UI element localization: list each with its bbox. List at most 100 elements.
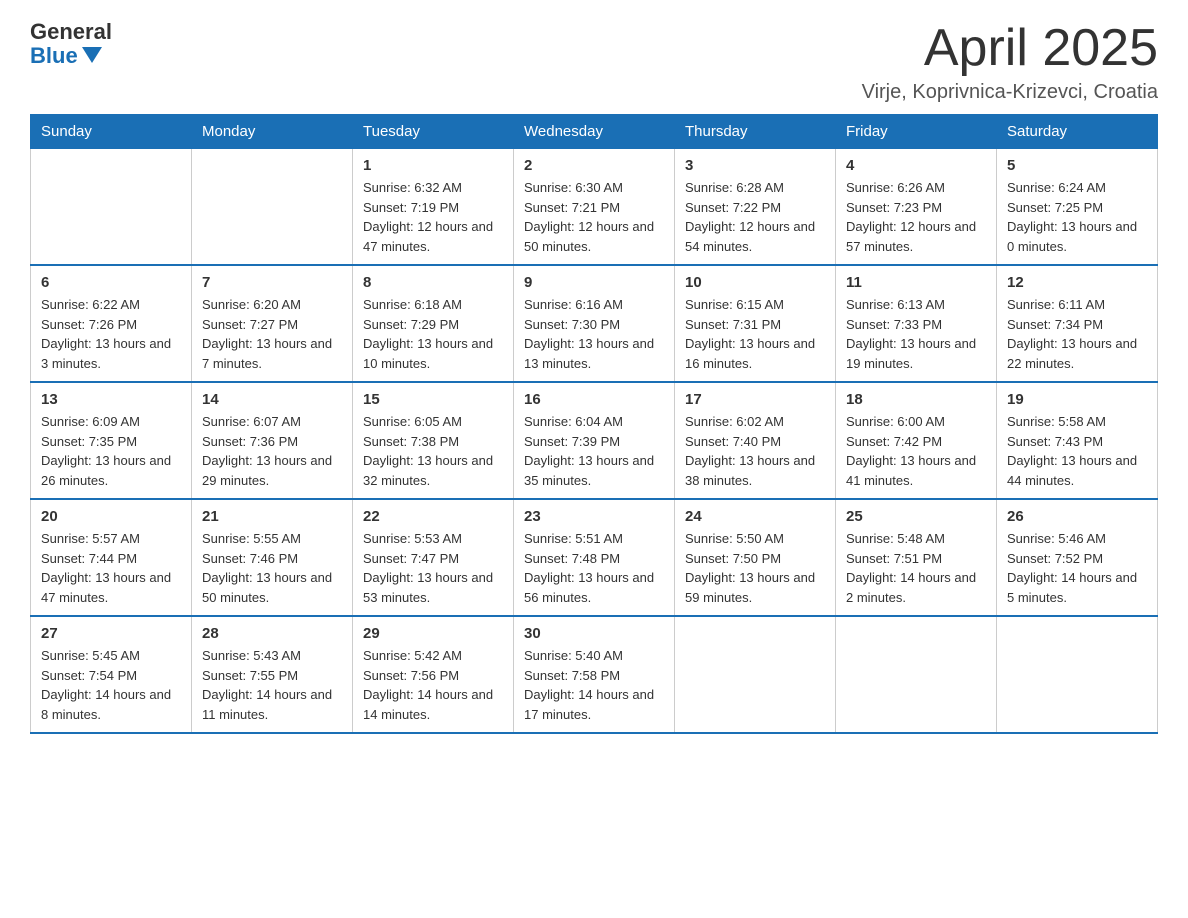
day-number: 17 bbox=[685, 391, 825, 408]
day-detail: Sunrise: 5:57 AMSunset: 7:44 PMDaylight:… bbox=[41, 529, 181, 607]
day-number: 19 bbox=[1007, 391, 1147, 408]
title-section: April 2025 Virje, Koprivnica-Krizevci, C… bbox=[862, 20, 1158, 104]
calendar-cell: 23 Sunrise: 5:51 AMSunset: 7:48 PMDayligh… bbox=[514, 499, 675, 616]
day-number: 16 bbox=[524, 391, 664, 408]
day-number: 27 bbox=[41, 625, 181, 642]
day-number: 20 bbox=[41, 508, 181, 525]
day-number: 26 bbox=[1007, 508, 1147, 525]
calendar-cell: 26Sunrise: 5:46 AMSunset: 7:52 PMDayligh… bbox=[997, 499, 1158, 616]
calendar-cell: 30Sunrise: 5:40 AMSunset: 7:58 PMDayligh… bbox=[514, 616, 675, 733]
calendar-cell: 27Sunrise: 5:45 AMSunset: 7:54 PMDayligh… bbox=[31, 616, 192, 733]
day-detail: Sunrise: 5:58 AMSunset: 7:43 PMDaylight:… bbox=[1007, 412, 1147, 490]
calendar-cell: 5 Sunrise: 6:24 AMSunset: 7:25 PMDaylight… bbox=[997, 149, 1158, 266]
logo-triangle-icon bbox=[82, 47, 102, 63]
day-detail: Sunrise: 6:00 AMSunset: 7:42 PMDaylight:… bbox=[846, 412, 986, 490]
day-number: 25 bbox=[846, 508, 986, 525]
day-number: 4 bbox=[846, 157, 986, 174]
day-number: 12 bbox=[1007, 274, 1147, 291]
day-number: 3 bbox=[685, 157, 825, 174]
day-detail: Sunrise: 6:28 AMSunset: 7:22 PMDaylight:… bbox=[685, 178, 825, 256]
calendar-cell bbox=[675, 616, 836, 733]
weekday-header-monday: Monday bbox=[192, 115, 353, 149]
day-number: 10 bbox=[685, 274, 825, 291]
day-detail: Sunrise: 6:18 AMSunset: 7:29 PMDaylight:… bbox=[363, 295, 503, 373]
calendar-cell: 4 Sunrise: 6:26 AMSunset: 7:23 PMDaylight… bbox=[836, 149, 997, 266]
calendar-cell: 24 Sunrise: 5:50 AMSunset: 7:50 PMDayligh… bbox=[675, 499, 836, 616]
day-detail: Sunrise: 5:51 AMSunset: 7:48 PMDaylight:… bbox=[524, 529, 664, 607]
week-row-5: 27Sunrise: 5:45 AMSunset: 7:54 PMDayligh… bbox=[31, 616, 1158, 733]
day-detail: Sunrise: 5:55 AMSunset: 7:46 PMDaylight:… bbox=[202, 529, 342, 607]
calendar-cell bbox=[192, 149, 353, 266]
day-detail: Sunrise: 5:43 AMSunset: 7:55 PMDaylight:… bbox=[202, 646, 342, 724]
calendar-cell: 25 Sunrise: 5:48 AMSunset: 7:51 PMDayligh… bbox=[836, 499, 997, 616]
logo-blue-line: Blue bbox=[30, 44, 112, 68]
calendar-cell: 19 Sunrise: 5:58 AMSunset: 7:43 PMDayligh… bbox=[997, 382, 1158, 499]
calendar-cell: 10 Sunrise: 6:15 AMSunset: 7:31 PMDayligh… bbox=[675, 265, 836, 382]
day-detail: Sunrise: 6:11 AMSunset: 7:34 PMDaylight:… bbox=[1007, 295, 1147, 373]
day-detail: Sunrise: 5:42 AMSunset: 7:56 PMDaylight:… bbox=[363, 646, 503, 724]
weekday-header-friday: Friday bbox=[836, 115, 997, 149]
day-detail: Sunrise: 6:05 AMSunset: 7:38 PMDaylight:… bbox=[363, 412, 503, 490]
calendar-cell: 18 Sunrise: 6:00 AMSunset: 7:42 PMDayligh… bbox=[836, 382, 997, 499]
calendar-cell: 16 Sunrise: 6:04 AMSunset: 7:39 PMDayligh… bbox=[514, 382, 675, 499]
page-title: April 2025 bbox=[862, 20, 1158, 77]
logo-blue-text: Blue bbox=[30, 44, 78, 68]
day-detail: Sunrise: 6:13 AMSunset: 7:33 PMDaylight:… bbox=[846, 295, 986, 373]
day-number: 6 bbox=[41, 274, 181, 291]
day-detail: Sunrise: 6:02 AMSunset: 7:40 PMDaylight:… bbox=[685, 412, 825, 490]
day-number: 8 bbox=[363, 274, 503, 291]
day-detail: Sunrise: 5:53 AMSunset: 7:47 PMDaylight:… bbox=[363, 529, 503, 607]
calendar-cell bbox=[836, 616, 997, 733]
day-number: 5 bbox=[1007, 157, 1147, 174]
calendar-table: SundayMondayTuesdayWednesdayThursdayFrid… bbox=[30, 114, 1158, 734]
calendar-cell: 3 Sunrise: 6:28 AMSunset: 7:22 PMDaylight… bbox=[675, 149, 836, 266]
calendar-cell bbox=[997, 616, 1158, 733]
calendar-cell: 22 Sunrise: 5:53 AMSunset: 7:47 PMDayligh… bbox=[353, 499, 514, 616]
calendar-cell: 6 Sunrise: 6:22 AMSunset: 7:26 PMDaylight… bbox=[31, 265, 192, 382]
day-detail: Sunrise: 6:20 AMSunset: 7:27 PMDaylight:… bbox=[202, 295, 342, 373]
day-number: 21 bbox=[202, 508, 342, 525]
day-detail: Sunrise: 6:22 AMSunset: 7:26 PMDaylight:… bbox=[41, 295, 181, 373]
day-number: 15 bbox=[363, 391, 503, 408]
day-number: 23 bbox=[524, 508, 664, 525]
calendar-cell: 2Sunrise: 6:30 AMSunset: 7:21 PMDaylight… bbox=[514, 149, 675, 266]
day-number: 1 bbox=[363, 157, 503, 174]
day-detail: Sunrise: 6:16 AMSunset: 7:30 PMDaylight:… bbox=[524, 295, 664, 373]
week-row-4: 20 Sunrise: 5:57 AMSunset: 7:44 PMDayligh… bbox=[31, 499, 1158, 616]
day-detail: Sunrise: 6:32 AMSunset: 7:19 PMDaylight:… bbox=[363, 178, 503, 256]
day-detail: Sunrise: 6:26 AMSunset: 7:23 PMDaylight:… bbox=[846, 178, 986, 256]
calendar-cell: 13Sunrise: 6:09 AMSunset: 7:35 PMDayligh… bbox=[31, 382, 192, 499]
day-number: 2 bbox=[524, 157, 664, 174]
day-number: 18 bbox=[846, 391, 986, 408]
day-number: 24 bbox=[685, 508, 825, 525]
weekday-header-row: SundayMondayTuesdayWednesdayThursdayFrid… bbox=[31, 115, 1158, 149]
weekday-header-sunday: Sunday bbox=[31, 115, 192, 149]
day-detail: Sunrise: 6:04 AMSunset: 7:39 PMDaylight:… bbox=[524, 412, 664, 490]
calendar-cell: 29Sunrise: 5:42 AMSunset: 7:56 PMDayligh… bbox=[353, 616, 514, 733]
day-number: 14 bbox=[202, 391, 342, 408]
calendar-cell: 8 Sunrise: 6:18 AMSunset: 7:29 PMDaylight… bbox=[353, 265, 514, 382]
page-header: General Blue April 2025 Virje, Koprivnic… bbox=[30, 20, 1158, 104]
day-detail: Sunrise: 6:07 AMSunset: 7:36 PMDaylight:… bbox=[202, 412, 342, 490]
logo: General Blue bbox=[30, 20, 112, 68]
calendar-cell: 21 Sunrise: 5:55 AMSunset: 7:46 PMDayligh… bbox=[192, 499, 353, 616]
weekday-header-thursday: Thursday bbox=[675, 115, 836, 149]
day-detail: Sunrise: 6:15 AMSunset: 7:31 PMDaylight:… bbox=[685, 295, 825, 373]
logo-general-text: General bbox=[30, 20, 112, 44]
calendar-cell: 9 Sunrise: 6:16 AMSunset: 7:30 PMDaylight… bbox=[514, 265, 675, 382]
calendar-cell: 12 Sunrise: 6:11 AMSunset: 7:34 PMDayligh… bbox=[997, 265, 1158, 382]
day-number: 11 bbox=[846, 274, 986, 291]
day-detail: Sunrise: 6:24 AMSunset: 7:25 PMDaylight:… bbox=[1007, 178, 1147, 256]
day-detail: Sunrise: 5:50 AMSunset: 7:50 PMDaylight:… bbox=[685, 529, 825, 607]
calendar-cell: 1 Sunrise: 6:32 AMSunset: 7:19 PMDaylight… bbox=[353, 149, 514, 266]
calendar-cell: 28Sunrise: 5:43 AMSunset: 7:55 PMDayligh… bbox=[192, 616, 353, 733]
day-number: 7 bbox=[202, 274, 342, 291]
calendar-cell bbox=[31, 149, 192, 266]
calendar-cell: 15 Sunrise: 6:05 AMSunset: 7:38 PMDayligh… bbox=[353, 382, 514, 499]
week-row-2: 6 Sunrise: 6:22 AMSunset: 7:26 PMDaylight… bbox=[31, 265, 1158, 382]
day-number: 22 bbox=[363, 508, 503, 525]
day-detail: Sunrise: 5:48 AMSunset: 7:51 PMDaylight:… bbox=[846, 529, 986, 607]
calendar-cell: 14 Sunrise: 6:07 AMSunset: 7:36 PMDayligh… bbox=[192, 382, 353, 499]
week-row-1: 1 Sunrise: 6:32 AMSunset: 7:19 PMDaylight… bbox=[31, 149, 1158, 266]
day-number: 9 bbox=[524, 274, 664, 291]
